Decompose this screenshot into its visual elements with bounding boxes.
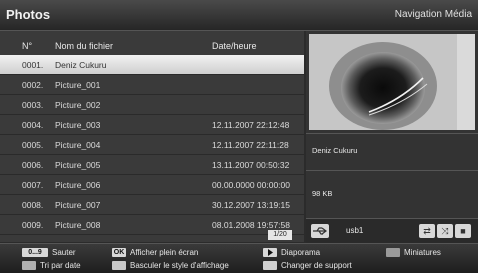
row-file-name: Picture_002: [55, 100, 101, 110]
preview-size-row: 98 KB: [306, 170, 478, 218]
yellow-key: [263, 261, 277, 270]
row-number: 0005.: [22, 140, 44, 150]
play-key: [263, 248, 277, 257]
row-date: 12.11.2007 22:11:28: [212, 140, 289, 150]
row-file-name: Picture_007: [55, 200, 101, 210]
file-list: 0001. Deniz Cukuru 0002. Picture_001 000…: [0, 55, 304, 235]
hint-thumbnails: Miniatures: [404, 248, 441, 257]
row-date: 12.11.2007 22:12:48: [212, 120, 290, 130]
row-file-name: Picture_008: [55, 220, 101, 230]
preview-file-name: Deniz Cukuru: [312, 146, 358, 155]
mode-label: Navigation Média: [394, 9, 472, 20]
usb-icon[interactable]: [311, 224, 329, 238]
source-bar: usb1 ⇄ ⤨ ■: [306, 218, 478, 243]
shuffle-icon[interactable]: ⤨: [437, 224, 453, 238]
hint-change-source: Changer de support: [281, 261, 352, 270]
ok-key: OK: [112, 248, 126, 257]
preview-file-size: 98 KB: [312, 189, 333, 198]
file-row-5[interactable]: 0005. Picture_004 12.11.2007 22:11:28: [0, 135, 304, 155]
stop-icon[interactable]: ■: [455, 224, 471, 238]
row-number: 0004.: [22, 120, 44, 130]
column-header-date: Date/heure: [212, 41, 257, 51]
row-file-name: Picture_005: [55, 160, 101, 170]
row-date: 08.01.2008 19:57:58: [212, 220, 290, 230]
row-file-name: Picture_001: [55, 80, 101, 90]
row-file-name: Picture_004: [55, 140, 101, 150]
green-key: [112, 261, 126, 270]
hint-jump: Sauter: [52, 248, 76, 257]
hint-fullscreen: Afficher plein écran: [130, 248, 199, 257]
preview-panel: Deniz Cukuru 98 KB usb1 ⇄ ⤨ ■: [306, 31, 478, 243]
row-number: 0006.: [22, 160, 44, 170]
row-number: 0003.: [22, 100, 44, 110]
file-row-1[interactable]: 0001. Deniz Cukuru: [0, 55, 304, 75]
row-number: 0001.: [22, 60, 44, 70]
column-header-number: N°: [22, 41, 33, 51]
file-row-3[interactable]: 0003. Picture_002: [0, 95, 304, 115]
photo-preview-image: [309, 34, 475, 130]
row-number: 0009.: [22, 220, 44, 230]
row-number: 0008.: [22, 200, 44, 210]
row-date: 30.12.2007 13:19:15: [212, 200, 290, 210]
row-date: 00.00.0000 00:00:00: [212, 180, 290, 190]
preview-name-row: Deniz Cukuru: [306, 133, 478, 170]
header-bar: Photos Navigation Média: [0, 0, 478, 31]
row-file-name: Picture_003: [55, 120, 101, 130]
file-row-9[interactable]: 0009. Picture_008 08.01.2008 19:57:58: [0, 215, 304, 235]
hint-toggle-style: Basculer le style d'affichage: [130, 261, 229, 270]
row-date: 13.11.2007 00:50:32: [212, 160, 290, 170]
blue-key: [386, 248, 400, 257]
media-browser-screen: Photos Navigation Média N° Nom du fichie…: [0, 0, 478, 273]
row-number: 0002.: [22, 80, 44, 90]
row-file-name: Deniz Cukuru: [55, 60, 107, 70]
page-title: Photos: [6, 7, 51, 22]
red-key: [22, 261, 36, 270]
file-row-6[interactable]: 0006. Picture_005 13.11.2007 00:50:32: [0, 155, 304, 175]
row-file-name: Picture_006: [55, 180, 101, 190]
digit-keys: 0...9: [22, 248, 48, 257]
file-row-8[interactable]: 0008. Picture_007 30.12.2007 13:19:15: [0, 195, 304, 215]
hint-sort-by-date: Tri par date: [40, 261, 81, 270]
file-row-4[interactable]: 0004. Picture_003 12.11.2007 22:12:48: [0, 115, 304, 135]
hint-slideshow: Diaporama: [281, 248, 321, 257]
column-header-name: Nom du fichier: [55, 41, 114, 51]
row-number: 0007.: [22, 180, 44, 190]
source-label: usb1: [346, 226, 364, 235]
footer-hints: 0...9 Sauter OK Afficher plein écran Dia…: [0, 243, 478, 273]
file-row-7[interactable]: 0007. Picture_006 00.00.0000 00:00:00: [0, 175, 304, 195]
file-list-panel: N° Nom du fichier Date/heure 0001. Deniz…: [0, 31, 304, 242]
repeat-icon[interactable]: ⇄: [419, 224, 435, 238]
page-indicator: 1/20: [268, 230, 292, 240]
file-row-2[interactable]: 0002. Picture_001: [0, 75, 304, 95]
